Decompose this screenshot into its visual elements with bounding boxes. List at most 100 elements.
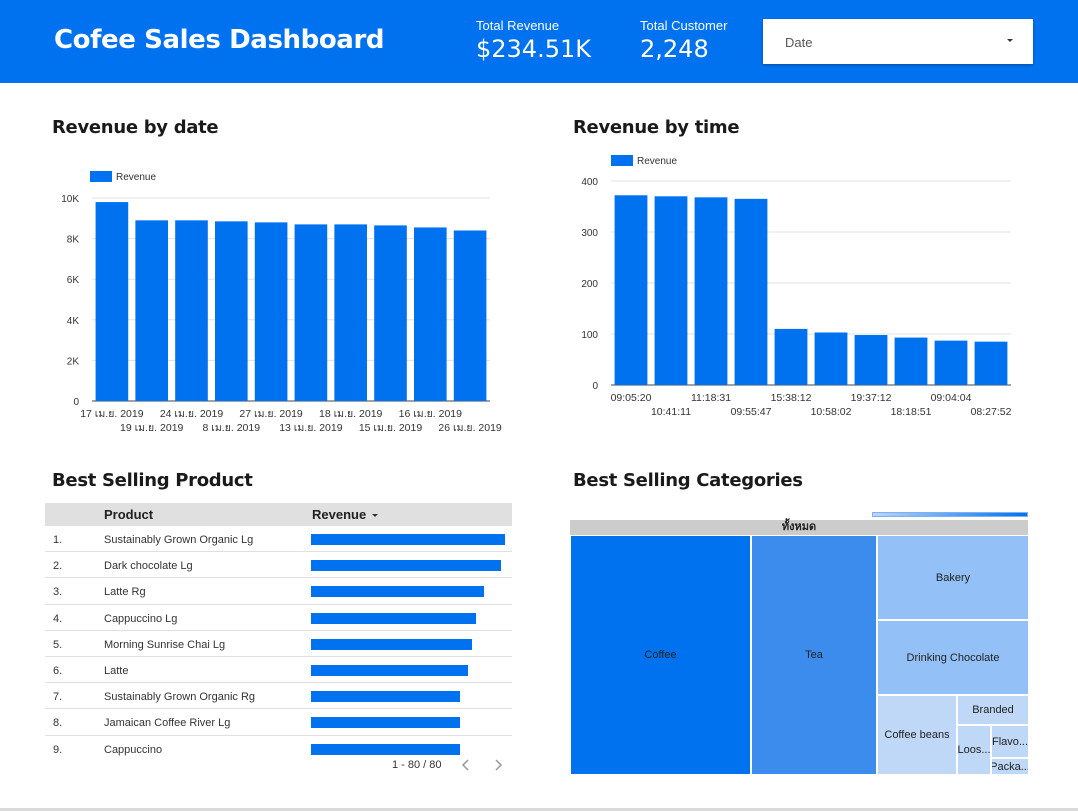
table-row[interactable]: 2. Dark chocolate Lg bbox=[45, 552, 512, 579]
revenue-column-header[interactable]: Revenue bbox=[312, 507, 379, 522]
row-index: 4. bbox=[53, 612, 63, 625]
x-tick-label: 09:05:20 bbox=[611, 392, 652, 404]
revenue-bar bbox=[311, 691, 461, 703]
bar bbox=[614, 195, 648, 385]
treemap-cell-flavours[interactable]: Flavo... bbox=[991, 725, 1029, 758]
y-tick-label: 400 bbox=[581, 177, 598, 188]
bar bbox=[175, 220, 208, 401]
chevron-left-icon bbox=[461, 759, 469, 771]
table-row[interactable]: 5. Morning Sunrise Chai Lg bbox=[45, 631, 512, 657]
row-index: 3. bbox=[53, 586, 63, 599]
row-index: 6. bbox=[53, 664, 63, 677]
revenue-bar bbox=[311, 664, 469, 676]
x-tick-label: 15:38:12 bbox=[771, 392, 812, 404]
row-index: 7. bbox=[53, 691, 63, 704]
product-name: Dark chocolate Lg bbox=[104, 560, 193, 573]
kpi-customer-label: Total Customer bbox=[640, 18, 728, 33]
x-tick-label: 24 เม.ย. 2019 bbox=[160, 408, 224, 420]
bar bbox=[974, 341, 1008, 385]
treemap-cell-coffee[interactable]: Coffee bbox=[570, 535, 751, 775]
bar bbox=[453, 230, 487, 401]
y-tick-label: 300 bbox=[581, 228, 598, 239]
kpi-total-revenue: Total Revenue $234.51K bbox=[476, 18, 591, 63]
treemap-cell-drinking-chocolate[interactable]: Drinking Chocolate bbox=[877, 620, 1029, 695]
revenue-bar bbox=[311, 560, 502, 572]
treemap-cell-tea[interactable]: Tea bbox=[751, 535, 877, 775]
best-selling-categories-title: Best Selling Categories bbox=[573, 470, 803, 491]
product-name: Sustainably Grown Organic Lg bbox=[104, 534, 254, 546]
bar bbox=[374, 225, 407, 401]
table-row[interactable]: 7. Sustainably Grown Organic Rg bbox=[45, 683, 512, 710]
revenue-bar bbox=[311, 586, 484, 598]
table-row[interactable]: 8. Jamaican Coffee River Lg bbox=[45, 709, 512, 736]
treemap-cell-coffee-beans[interactable]: Coffee beans bbox=[877, 695, 957, 775]
x-tick-label: 11:18:31 bbox=[691, 392, 731, 404]
x-tick-label: 8 เม.ย. 2019 bbox=[203, 422, 261, 434]
bar bbox=[95, 202, 129, 401]
x-tick-label: 15 เม.ย. 2019 bbox=[359, 422, 423, 434]
pagination-label: 1 - 80 / 80 bbox=[392, 759, 442, 771]
treemap-root-header[interactable]: ทั้งหมด bbox=[570, 520, 1028, 535]
revenue-bar bbox=[311, 612, 476, 624]
bar bbox=[214, 221, 248, 401]
table-row[interactable]: 4. Cappuccino Lg bbox=[45, 605, 512, 631]
treemap-cell-branded[interactable]: Branded bbox=[957, 695, 1029, 725]
product-name: Morning Sunrise Chai Lg bbox=[104, 638, 226, 651]
date-filter-dropdown[interactable]: Date bbox=[763, 19, 1033, 64]
legend-label: Revenue bbox=[637, 156, 677, 167]
previous-page-button[interactable] bbox=[458, 756, 474, 774]
x-tick-label: 19:37:12 bbox=[851, 392, 892, 404]
kpi-customer-value: 2,248 bbox=[640, 35, 709, 63]
bar bbox=[135, 220, 169, 401]
y-tick-label: 10K bbox=[61, 194, 79, 205]
best-selling-product-table: Product Revenue 1. Sustainably Grown Orga… bbox=[45, 503, 512, 762]
y-tick-label: 100 bbox=[581, 330, 598, 341]
chevron-down-icon bbox=[1007, 39, 1013, 42]
product-name: Sustainably Grown Organic Rg bbox=[104, 691, 256, 704]
revenue-column-label: Revenue bbox=[312, 507, 367, 522]
revenue-by-time-title: Revenue by time bbox=[573, 117, 740, 138]
product-name: Cappuccino Lg bbox=[104, 612, 178, 625]
table-row[interactable]: 9. Cappuccino bbox=[45, 736, 512, 762]
treemap-cell-packaged-chocolate[interactable]: Packa... bbox=[991, 758, 1029, 775]
y-tick-label: 8K bbox=[67, 235, 80, 246]
treemap-cell-loose-tea[interactable]: Loos... bbox=[957, 725, 991, 775]
row-index: 9. bbox=[53, 743, 63, 756]
x-tick-label: 16 เม.ย. 2019 bbox=[399, 408, 463, 420]
product-column-header: Product bbox=[104, 507, 154, 522]
revenue-by-time-chart: Revenue 0 100 200 300 400 09:05:20 10:41:1111:1… bbox=[581, 155, 1012, 418]
x-tick-label: 09:55:47 bbox=[731, 406, 772, 418]
table-header: Product Revenue bbox=[45, 503, 512, 526]
revenue-bar bbox=[311, 638, 473, 650]
best-selling-product-title: Best Selling Product bbox=[52, 470, 253, 491]
product-name: Jamaican Coffee River Lg bbox=[104, 717, 231, 730]
legend-swatch bbox=[90, 171, 112, 182]
x-tick-label: 17 เม.ย. 2019 bbox=[80, 408, 144, 420]
bar bbox=[854, 335, 888, 385]
kpi-revenue-value: $234.51K bbox=[476, 35, 591, 63]
bar bbox=[294, 224, 328, 401]
row-index: 5. bbox=[53, 638, 63, 651]
dashboard-title: Cofee Sales Dashboard bbox=[54, 25, 385, 55]
dashboard-header: Cofee Sales Dashboard Total Revenue $234… bbox=[0, 0, 1078, 83]
bar bbox=[734, 198, 768, 385]
legend-label: Revenue bbox=[116, 172, 156, 183]
bar bbox=[334, 224, 368, 401]
table-row[interactable]: 3. Latte Rg bbox=[45, 578, 512, 605]
x-tick-label: 13 เม.ย. 2019 bbox=[279, 422, 343, 434]
x-tick-label: 10:58:02 bbox=[811, 406, 852, 418]
bar bbox=[254, 222, 288, 401]
next-page-button[interactable] bbox=[490, 756, 506, 774]
treemap-cell-bakery[interactable]: Bakery bbox=[877, 535, 1029, 620]
x-tick-label: 18 เม.ย. 2019 bbox=[319, 408, 383, 420]
table-row[interactable]: 6. Latte bbox=[45, 657, 512, 684]
bar bbox=[694, 197, 728, 385]
product-name: Latte Rg bbox=[104, 586, 146, 599]
x-tick-label: 09:04:04 bbox=[931, 392, 972, 404]
kpi-total-customer: Total Customer 2,248 bbox=[640, 18, 727, 63]
date-filter-label: Date bbox=[785, 35, 813, 50]
table-body: 1. Sustainably Grown Organic Lg 2. Dark cho… bbox=[45, 526, 512, 762]
kpi-revenue-label: Total Revenue bbox=[476, 18, 560, 33]
table-row[interactable]: 1. Sustainably Grown Organic Lg bbox=[45, 526, 512, 553]
row-index: 2. bbox=[53, 560, 63, 573]
